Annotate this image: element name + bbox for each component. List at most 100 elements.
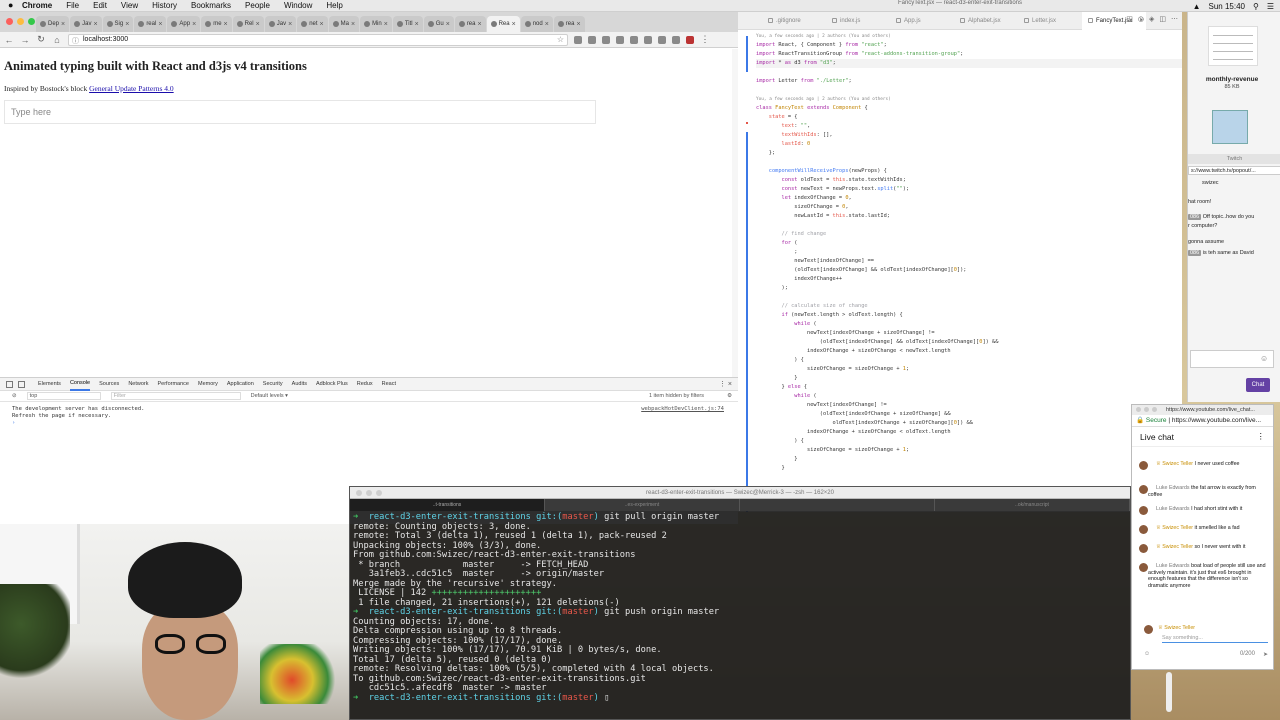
search-icon[interactable]: ⚲ xyxy=(1253,2,1259,11)
console-prompt[interactable]: › xyxy=(12,420,726,427)
close-window-icon[interactable] xyxy=(6,18,13,25)
send-icon[interactable]: ➤ xyxy=(1263,651,1268,658)
menu-help[interactable]: Help xyxy=(326,1,342,10)
chat-author[interactable]: Luke Edwards xyxy=(1156,485,1190,491)
close-icon[interactable]: × xyxy=(576,21,580,28)
tab-sources[interactable]: Sources xyxy=(99,381,119,387)
extension-icon[interactable] xyxy=(574,35,582,44)
close-icon[interactable]: × xyxy=(125,21,129,28)
terminal-tab[interactable]: ..es-experiment xyxy=(545,499,740,511)
editor-tab[interactable]: Letter.jsx xyxy=(1018,12,1082,30)
menu-file[interactable]: File xyxy=(66,1,79,10)
close-icon[interactable]: × xyxy=(224,21,228,28)
filter-input[interactable]: Filter xyxy=(110,392,241,400)
twitch-url[interactable]: s://www.twitch.tv/popout/... xyxy=(1188,166,1280,175)
inspect-element-icon[interactable] xyxy=(6,381,13,388)
extension-icon[interactable] xyxy=(644,35,652,44)
menu-bookmarks[interactable]: Bookmarks xyxy=(191,1,231,10)
chat-author[interactable]: Luke Edwards xyxy=(1156,506,1190,512)
browser-tab-active[interactable]: Rea × xyxy=(486,16,520,32)
compare-icon[interactable]: ◫ xyxy=(1126,15,1133,23)
clear-console-icon[interactable]: ⊘ xyxy=(12,393,17,399)
file-thumbnail[interactable] xyxy=(1208,26,1258,66)
browser-tab[interactable]: Gu × xyxy=(423,16,454,32)
menu-list-icon[interactable]: ☰ xyxy=(1267,2,1274,11)
close-window-icon[interactable] xyxy=(1136,407,1141,412)
close-window-icon[interactable] xyxy=(356,490,362,496)
avatar[interactable] xyxy=(1139,461,1148,470)
chat-author[interactable]: Luke Edwards xyxy=(1156,563,1190,569)
browser-tab[interactable]: real × xyxy=(134,16,167,32)
back-arrow-icon[interactable]: ← xyxy=(4,35,14,45)
wifi-icon[interactable]: ▲ xyxy=(1193,2,1201,11)
extension-icon[interactable] xyxy=(588,35,596,44)
avatar[interactable] xyxy=(1139,506,1148,515)
close-icon[interactable]: × xyxy=(192,21,196,28)
tab-memory[interactable]: Memory xyxy=(198,381,218,387)
zoom-window-icon[interactable] xyxy=(1152,407,1157,412)
extension-icon[interactable] xyxy=(630,35,638,44)
browser-tab[interactable]: Sig × xyxy=(102,16,134,32)
device-toggle-icon[interactable] xyxy=(18,381,25,388)
extension-icon[interactable] xyxy=(686,35,694,44)
avatar[interactable] xyxy=(1139,485,1148,494)
close-icon[interactable]: × xyxy=(256,21,260,28)
close-icon[interactable]: × xyxy=(545,21,549,28)
editor-tab[interactable]: index.js xyxy=(826,12,890,30)
tab-redux[interactable]: Redux xyxy=(357,381,373,387)
avatar[interactable] xyxy=(1139,525,1148,534)
browser-tab[interactable]: Titl × xyxy=(392,16,423,32)
browser-tab[interactable]: nod × xyxy=(520,16,553,32)
tab-performance[interactable]: Performance xyxy=(157,381,189,387)
editor-tab[interactable]: .gitignore xyxy=(762,12,826,30)
chat-button[interactable]: Chat xyxy=(1246,378,1270,392)
browser-tab[interactable]: rea × xyxy=(454,16,486,32)
more-vert-icon[interactable]: ⋮ xyxy=(1257,431,1266,442)
browser-tab[interactable]: Jav × xyxy=(70,16,102,32)
tab-application[interactable]: Application xyxy=(227,381,254,387)
tab-elements[interactable]: Elements xyxy=(38,381,61,387)
menu-edit[interactable]: Edit xyxy=(93,1,107,10)
zoom-window-icon[interactable] xyxy=(376,490,382,496)
extension-icon[interactable] xyxy=(658,35,666,44)
extension-icon[interactable] xyxy=(672,35,680,44)
editor-tab[interactable]: App.js xyxy=(890,12,954,30)
type-here-input[interactable]: Type here xyxy=(4,100,596,124)
tab-security[interactable]: Security xyxy=(263,381,283,387)
console-source-link[interactable]: webpackHotDevClient.js:74 xyxy=(641,406,724,413)
tab-console[interactable]: Console xyxy=(69,378,91,391)
terminal-tab[interactable]: ..ok/manuscript xyxy=(935,499,1130,511)
browser-tab[interactable]: Jav × xyxy=(264,16,297,32)
close-icon[interactable]: × xyxy=(93,21,97,28)
browser-tab[interactable]: Min × xyxy=(360,16,392,32)
chat-author[interactable]: ♕ Swizec Teller xyxy=(1156,461,1193,467)
terminal-tab[interactable] xyxy=(740,499,935,511)
extension-icon[interactable] xyxy=(616,35,624,44)
editor-tab[interactable]: Alphabet.jsx xyxy=(954,12,1018,30)
menu-kebab-icon[interactable]: ⋮ xyxy=(700,34,710,45)
close-icon[interactable]: × xyxy=(288,21,292,28)
browser-tab[interactable]: net × xyxy=(297,16,328,32)
levels-select[interactable]: Default levels ▾ xyxy=(251,393,288,399)
menu-view[interactable]: View xyxy=(121,1,138,10)
tab-react[interactable]: React xyxy=(382,381,396,387)
close-icon[interactable]: × xyxy=(512,21,516,28)
terminal-tab[interactable]: ..t-transitions xyxy=(350,499,545,511)
git-icon[interactable]: ◈ xyxy=(1149,15,1154,23)
tab-adblock[interactable]: Adblock Plus xyxy=(316,381,348,387)
book-thumbnail[interactable] xyxy=(1212,110,1248,144)
yt-url-bar[interactable]: 🔒 Secure | https://www.youtube.com/live.… xyxy=(1132,415,1273,427)
emoji-icon[interactable]: ☺ xyxy=(1144,651,1150,658)
minimize-window-icon[interactable] xyxy=(366,490,372,496)
terminal-output[interactable]: ➜ react-d3-enter-exit-transitions git:(m… xyxy=(350,511,1130,705)
browser-tab[interactable]: Rel × xyxy=(232,16,264,32)
browser-tab[interactable]: App × xyxy=(167,16,201,32)
avatar[interactable] xyxy=(1139,544,1148,553)
browser-tab[interactable]: rea × xyxy=(553,16,585,32)
close-icon[interactable]: × xyxy=(446,21,450,28)
devtools-close-icon[interactable]: ⋮ × xyxy=(719,380,732,388)
general-update-patterns-link[interactable]: General Update Patterns 4.0 xyxy=(89,84,174,93)
more-icon[interactable]: ⋯ xyxy=(1171,15,1178,23)
url-field[interactable]: ⓘ localhost:3000 ☆ xyxy=(68,33,568,46)
tab-network[interactable]: Network xyxy=(128,381,148,387)
